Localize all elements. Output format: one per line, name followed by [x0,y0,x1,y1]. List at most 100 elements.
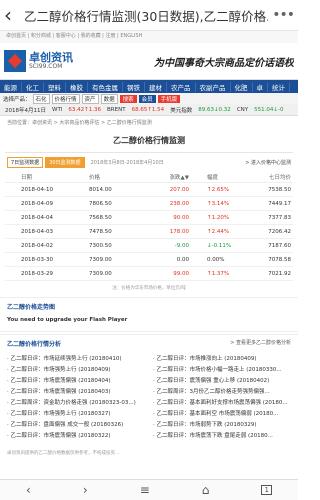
table-row: 2018-04-03 7478.50 178.00 ↑2.44% 7206.42 [5,224,293,239]
table-row: 2018-03-29 7309.00 99.00 ↑1.37% 7021.92 [5,266,293,281]
row-date: 2018-04-10 [5,182,87,197]
row-avg: 7187.60 [249,238,293,253]
nav-item[interactable]: 橡胶 [66,81,88,92]
news-item[interactable]: · 乙二醇日评：盘面偏强 成交一般 (20180326) [7,420,145,431]
ticker-date: 2018年4月11日 [5,107,46,114]
asset-select[interactable]: 资产 [81,93,99,104]
analysis-title: 乙二醇价格行情分析 [7,341,62,348]
trend-title: 乙二醇价格走势图 [7,304,56,311]
news-item[interactable]: · 乙二醇日评：市场震荡偏强 (20180404) [7,376,145,387]
col-price: 价格 [87,172,147,183]
row-change: 0.00 [147,252,191,267]
news-item[interactable]: · 乙二醇日评：市场强势上行 (20180327) [7,409,145,420]
more-menu-icon[interactable]: ••• [268,7,295,23]
main-nav: 能源 化工 塑料 橡胶 有色金属 钢铁 建材 农产品 农副产品 化肥卓统计 [0,80,298,93]
top-links[interactable]: 卓创首页 | 积分商城 | 客服中心 | 我的收藏 | 注册 | ENGLISH [0,31,298,43]
mobile-button[interactable]: 手机版 [157,94,181,103]
date-range: 2018年3月8日-2018年4月10日 [90,160,164,166]
row-pct: ↑2.44% [191,224,249,239]
nav-item[interactable]: 农产品 [167,81,196,92]
nav-item[interactable]: 有色金属 [88,81,123,92]
news-item[interactable]: · 乙二醇日评：市场延续强势上行 (20180410) [7,354,145,365]
news-item[interactable]: · 乙二醇日评：市场震荡下跌 盘尾走弱 (20180... [153,431,291,442]
row-price: 7806.50 [87,196,147,211]
row-avg: 7377.83 [249,210,293,225]
row-change: 178.00 [147,224,191,239]
row-price: 7309.00 [87,266,147,281]
row-avg: 7538.50 [249,182,293,197]
wti-value: 63.42↑1.36 [68,106,102,113]
news-list: · 乙二醇日评：市场延续强势上行 (20180410) · 乙二醇日评：市场推涨向… [0,352,298,444]
table-row: 2018-04-09 7806.50 238.00 ↑3.14% 7449.17 [5,196,293,211]
nav-item[interactable]: 能源 [0,81,22,92]
row-pct: ↑3.14% [191,196,249,211]
usd-label: 美元指数 [170,107,193,114]
data-select[interactable]: 数据 [100,93,118,104]
menu-icon[interactable]: ≡ [140,483,150,497]
home-icon[interactable]: ⌂ [202,483,210,497]
row-avg: 7206.42 [249,224,293,239]
news-item[interactable]: · 乙二醇日评：震荡偏强 重心上移 (20180402) [153,376,291,387]
news-item[interactable]: · 乙二醇日评：市场震荡偏强 (20180322) [7,431,145,442]
nav-item[interactable]: 建材 [145,81,167,92]
tab-7-day[interactable]: 7日监测数据 [7,157,44,168]
table-row: 2018-03-30 7309.00 0.00 0.00% 7078.58 [5,252,293,267]
search-button[interactable]: 搜索 [119,94,137,103]
logo-domain: SCI99.COM [29,63,63,70]
col-change[interactable]: 涨跌▲▼ [147,172,191,183]
wti-label: WTI [52,106,63,113]
news-item[interactable]: · 乙二醇日评：基本面利好支撑市场震荡偏强 (20180... [153,398,291,409]
usd-value: 89.63↓0.32 [198,106,231,113]
back-icon[interactable]: ‹ [4,3,24,27]
nav-item[interactable]: 钢铁 [123,81,145,92]
news-item[interactable]: · 乙二醇周评：3月份乙二醇价格走势强势偏强... [153,387,291,398]
flash-notice: You need to upgrade your Flash Player [0,315,298,332]
tabs-count-icon[interactable]: 1 [261,485,272,495]
brent-label: BRENT [107,106,126,113]
price-center-link[interactable]: > 进入价格中心监测 [245,159,291,166]
nav-item[interactable]: 农副产品 [196,81,231,92]
row-pct: ↑2.65% [191,182,249,197]
site-banner: 卓创资讯 SCI99.COM 为中国事奇大宗商品定价话语权 [0,43,298,80]
data-controls: 7日监测数据 30日监测数据 2018年3月8日-2018年4月10日 > 进入… [0,153,298,172]
market-ticker: 2018年4月11日 WTI 63.42↑1.36 BRENT 68.65↑1.… [0,104,298,116]
row-date: 2018-04-04 [5,210,87,225]
row-pct: ↓-0.11% [191,238,249,253]
slogan: 为中国事奇大宗商品定价话语权 [154,57,294,69]
nav-item[interactable]: 化工 [22,81,44,92]
nav-item[interactable]: 卓 [253,81,268,92]
row-price: 7478.50 [87,224,147,239]
news-item[interactable]: · 乙二醇日评：基本面利空 市场震荡偏弱 (20180... [153,409,291,420]
back-icon[interactable]: ‹ [26,483,31,497]
news-item[interactable]: · 乙二醇日评：市场强势上行 (20180409) [7,365,145,376]
tab-30-day[interactable]: 30日监测数据 [45,157,85,168]
member-button[interactable]: 会员 [138,94,156,103]
news-item[interactable]: · 乙二醇日评：市场推涨向上 (20180409) [153,354,291,365]
news-item[interactable]: · 乙二醇日评：市场弱势下跌 (20180329) [153,420,291,431]
category-select[interactable]: 石化 [32,93,50,104]
nav-item[interactable]: 化肥 [231,81,253,92]
analysis-more-link[interactable]: > 查看更多乙二醇价格分析 [230,339,291,348]
product-label: 选择产品： [3,96,31,103]
table-row: 2018-04-02 7300.50 -9.00 ↓-0.11% 7187.60 [5,238,293,253]
nav-item[interactable]: 统计 [268,81,290,92]
breadcrumb[interactable]: 当前位置：卓创资讯 > 大宗商品价格评估 > 乙二醇价格行情监测 [0,116,298,129]
row-price: 7568.50 [87,210,147,225]
site-logo[interactable]: 卓创资讯 SCI99.COM [4,50,73,72]
section-title: 乙二醇价格行情监测 [5,129,293,153]
cny-value: 551.04↓-0 [254,106,284,113]
row-avg: 7078.58 [249,252,293,267]
forward-icon[interactable]: › [83,483,88,497]
col-pct: 幅度 [191,172,249,183]
row-avg: 7021.92 [249,266,293,281]
nav-item[interactable]: 塑料 [44,81,66,92]
row-price: 7309.00 [87,252,147,267]
row-date: 2018-03-30 [5,252,87,267]
analysis-header: 乙二醇价格行情分析 > 查看更多乙二醇价格分析 [0,334,298,352]
row-change: 207.00 [147,182,191,197]
logo-icon [4,50,26,72]
type-select[interactable]: 价格行情 [51,93,80,104]
news-item[interactable]: · 乙二醇日评：市场震荡偏强 (20180403) [7,387,145,398]
news-item[interactable]: · 乙二醇日评：市场价格小幅一路走上 (20180330... [153,365,291,376]
news-item[interactable]: · 乙二醇周评：资金助力价格走强 (20180323-03...) [7,398,145,409]
